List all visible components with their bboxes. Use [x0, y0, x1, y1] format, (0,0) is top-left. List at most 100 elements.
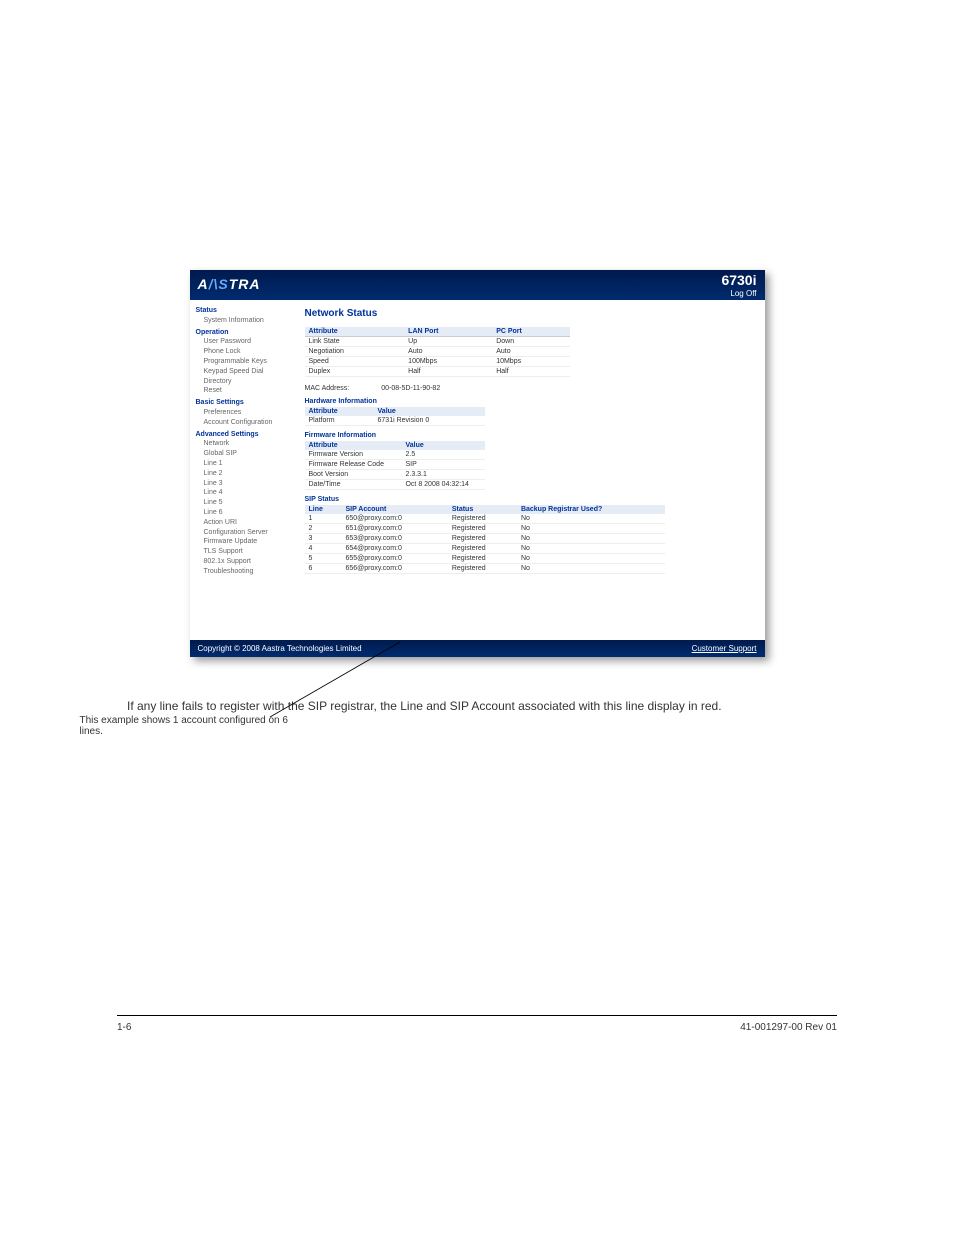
- cell: 651@proxy.com:0: [341, 524, 447, 534]
- sip-status-title: SIP Status: [305, 496, 755, 503]
- sidebar-item[interactable]: Phone Lock: [196, 347, 291, 357]
- sidebar-item[interactable]: Line 3: [196, 479, 291, 489]
- column-header: PC Port: [492, 327, 569, 337]
- sidebar-item[interactable]: Keypad Speed Dial: [196, 367, 291, 377]
- cell: Registered: [448, 514, 517, 524]
- web-ui-screenshot: A/\STRA 6730i Log Off StatusSystem Infor…: [190, 270, 765, 657]
- cell: 4: [305, 544, 342, 554]
- cell: 5: [305, 554, 342, 564]
- cell: Up: [404, 337, 492, 347]
- sidebar-item[interactable]: Firmware Update: [196, 537, 291, 547]
- page-number: 1-6: [117, 1022, 131, 1033]
- table-row: Link StateUpDown: [305, 337, 570, 347]
- table-row: Firmware Version2.5: [305, 450, 485, 460]
- sidebar-item[interactable]: Action URI: [196, 518, 291, 528]
- sidebar-item[interactable]: Directory: [196, 377, 291, 387]
- document-paragraph: If any line fails to register with the S…: [127, 697, 827, 715]
- column-header: Value: [401, 441, 484, 450]
- firmware-info-table: AttributeValueFirmware Version2.5Firmwar…: [305, 441, 485, 490]
- table-row: 4654@proxy.com:0RegisteredNo: [305, 544, 665, 554]
- cell: No: [517, 514, 665, 524]
- sidebar-item[interactable]: Line 6: [196, 508, 291, 518]
- sidebar-item[interactable]: Programmable Keys: [196, 357, 291, 367]
- sidebar-item[interactable]: Reset: [196, 386, 291, 396]
- cell: Platform: [305, 416, 374, 426]
- cell: 654@proxy.com:0: [341, 544, 447, 554]
- sidebar-category: Advanced Settings: [196, 430, 291, 440]
- cell: No: [517, 534, 665, 544]
- mac-label: MAC Address:: [305, 385, 350, 392]
- cell: Duplex: [305, 367, 405, 377]
- sidebar-item[interactable]: Line 2: [196, 469, 291, 479]
- model-number: 6730i: [721, 272, 756, 288]
- cell: Registered: [448, 544, 517, 554]
- cell: 10Mbps: [492, 357, 569, 367]
- column-header: Line: [305, 505, 342, 514]
- cell: Down: [492, 337, 569, 347]
- cell: 2.5: [401, 450, 484, 460]
- table-row: 5655@proxy.com:0RegisteredNo: [305, 554, 665, 564]
- app-footer: Copyright © 2008 Aastra Technologies Lim…: [190, 640, 765, 657]
- cell: 1: [305, 514, 342, 524]
- table-row: Boot Version2.3.3.1: [305, 470, 485, 480]
- sidebar-item[interactable]: Line 1: [196, 459, 291, 469]
- cell: 3: [305, 534, 342, 544]
- sidebar-item[interactable]: Troubleshooting: [196, 567, 291, 577]
- sidebar-item[interactable]: 802.1x Support: [196, 557, 291, 567]
- cell: Auto: [492, 347, 569, 357]
- page-title: Network Status: [305, 308, 755, 319]
- sidebar-item[interactable]: Network: [196, 439, 291, 449]
- app-header: A/\STRA 6730i Log Off: [190, 270, 765, 300]
- table-row: Date/TimeOct 8 2008 04:32:14: [305, 480, 485, 490]
- sidebar-item[interactable]: Account Configuration: [196, 418, 291, 428]
- column-header: Value: [374, 407, 485, 416]
- cell: Date/Time: [305, 480, 402, 490]
- sidebar-item[interactable]: Configuration Server: [196, 528, 291, 538]
- column-header: SIP Account: [341, 505, 447, 514]
- cell: 6731i Revision 0: [374, 416, 485, 426]
- cell: Registered: [448, 564, 517, 574]
- sidebar-item[interactable]: Preferences: [196, 408, 291, 418]
- cell: No: [517, 544, 665, 554]
- logoff-link[interactable]: Log Off: [730, 289, 756, 298]
- cell: No: [517, 554, 665, 564]
- cell: 6: [305, 564, 342, 574]
- mac-value: 00-08-5D-11-90-82: [381, 385, 440, 392]
- hardware-info-title: Hardware Information: [305, 398, 755, 405]
- cell: Half: [492, 367, 569, 377]
- sip-status-table: LineSIP AccountStatusBackup Registrar Us…: [305, 505, 665, 574]
- doc-revision: 41-001297-00 Rev 01: [740, 1022, 837, 1033]
- sidebar-item[interactable]: Line 4: [196, 488, 291, 498]
- callout-text: This example shows 1 account configured …: [80, 715, 300, 737]
- sidebar-category: Status: [196, 306, 291, 316]
- sidebar-item[interactable]: System Information: [196, 316, 291, 326]
- document-footer: 1-6 41-001297-00 Rev 01: [117, 1015, 837, 1033]
- cell: 2: [305, 524, 342, 534]
- cell: 100Mbps: [404, 357, 492, 367]
- table-row: Firmware Release CodeSIP: [305, 460, 485, 470]
- customer-support-link[interactable]: Customer Support: [692, 644, 757, 653]
- sidebar-item[interactable]: Line 5: [196, 498, 291, 508]
- table-row: DuplexHalfHalf: [305, 367, 570, 377]
- cell: Registered: [448, 534, 517, 544]
- column-header: Attribute: [305, 327, 405, 337]
- sidebar-item[interactable]: TLS Support: [196, 547, 291, 557]
- cell: Registered: [448, 524, 517, 534]
- column-header: LAN Port: [404, 327, 492, 337]
- cell: 653@proxy.com:0: [341, 534, 447, 544]
- cell: Boot Version: [305, 470, 402, 480]
- cell: Firmware Version: [305, 450, 402, 460]
- table-row: 6656@proxy.com:0RegisteredNo: [305, 564, 665, 574]
- main-content: Network Status AttributeLAN PortPC Port …: [295, 300, 765, 640]
- cell: Speed: [305, 357, 405, 367]
- table-row: Speed100Mbps10Mbps: [305, 357, 570, 367]
- column-header: Status: [448, 505, 517, 514]
- cell: Link State: [305, 337, 405, 347]
- cell: Negotiation: [305, 347, 405, 357]
- sidebar-item[interactable]: User Password: [196, 337, 291, 347]
- column-header: Attribute: [305, 441, 402, 450]
- table-row: 3653@proxy.com:0RegisteredNo: [305, 534, 665, 544]
- sidebar-item[interactable]: Global SIP: [196, 449, 291, 459]
- cell: Oct 8 2008 04:32:14: [401, 480, 484, 490]
- cell: Firmware Release Code: [305, 460, 402, 470]
